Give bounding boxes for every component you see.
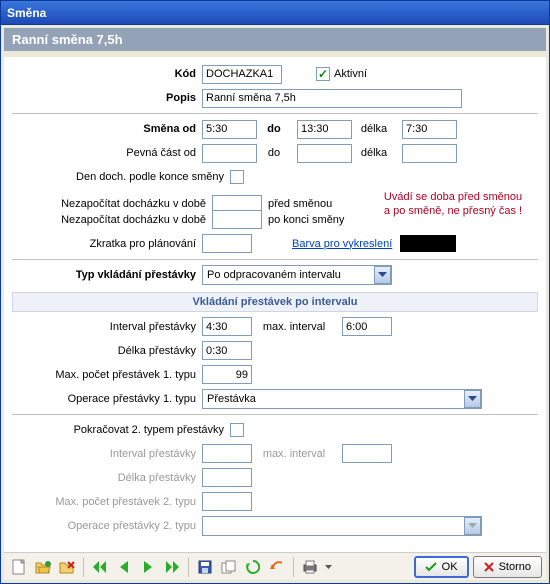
label-pred-smenou: před směnou <box>268 198 332 210</box>
check-icon <box>425 562 437 572</box>
input-max-pocet-2[interactable] <box>202 492 252 511</box>
section-interval-header: Vkládání přestávek po intervalu <box>12 292 538 312</box>
label-nezap-po: Nezapočítat docházku v době <box>12 214 212 226</box>
open-button[interactable] <box>32 556 54 578</box>
label-max-interval-2: max. interval <box>252 448 342 460</box>
toolbar: OK Storno <box>4 552 546 580</box>
label-delka-prest-2: Délka přestávky <box>12 472 202 484</box>
input-pevna-delka[interactable] <box>402 144 457 163</box>
input-popis[interactable] <box>202 89 462 108</box>
label-delka-2: délka <box>352 147 402 159</box>
input-delka-prest-2[interactable] <box>202 468 252 487</box>
delete-button[interactable] <box>56 556 78 578</box>
input-delka-prest[interactable] <box>202 341 252 360</box>
label-nezap-pred: Nezapočítat docházku v době <box>12 198 212 210</box>
ok-button[interactable]: OK <box>414 556 469 578</box>
input-max-interval-2[interactable] <box>342 444 392 463</box>
new-button[interactable] <box>8 556 30 578</box>
chevron-down-icon <box>374 266 391 284</box>
label-popis: Popis <box>12 92 202 104</box>
input-smena-delka[interactable] <box>402 120 457 139</box>
label-max-pocet-2: Max. počet přestávek 2. typu <box>12 496 202 508</box>
input-zkratka[interactable] <box>202 234 252 253</box>
label-smena-od: Směna od <box>12 123 202 135</box>
input-interval-prest-2[interactable] <box>202 444 252 463</box>
label-pevna-od: Pevná část od <box>12 147 202 159</box>
label-delka-prest: Délka přestávky <box>12 345 202 357</box>
label-den-doch: Den doch. podle konce směny <box>12 171 230 183</box>
select-operace-1[interactable]: Přestávka <box>202 389 482 409</box>
save-button[interactable] <box>194 556 216 578</box>
input-max-interval[interactable] <box>342 317 392 336</box>
link-barva[interactable]: Barva pro vykreslení <box>292 238 392 250</box>
label-operace-1: Operace přestávky 1. typu <box>12 393 202 405</box>
sub-header: Ranní směna 7,5h <box>4 28 546 51</box>
label-po-konci: po konci směny <box>268 214 344 226</box>
input-pevna-do[interactable] <box>297 144 352 163</box>
input-kod[interactable] <box>202 65 282 84</box>
label-operace-2: Operace přestávky 2. typu <box>12 520 202 532</box>
first-button[interactable] <box>89 556 111 578</box>
checkbox-den-doch[interactable] <box>230 170 244 184</box>
chevron-down-icon <box>464 517 481 535</box>
select-operace-2[interactable] <box>202 516 482 536</box>
label-typ-vkladani: Typ vkládání přestávky <box>12 269 202 281</box>
checkbox-aktivni[interactable] <box>316 67 330 81</box>
input-nezap-po[interactable] <box>212 210 262 229</box>
label-do-1: do <box>257 123 297 135</box>
color-swatch[interactable] <box>400 235 456 252</box>
prev-button[interactable] <box>113 556 135 578</box>
chevron-down-icon <box>464 390 481 408</box>
label-aktivni: Aktivní <box>334 68 367 80</box>
refresh-button[interactable] <box>242 556 264 578</box>
next-button[interactable] <box>137 556 159 578</box>
cancel-button[interactable]: Storno <box>473 556 542 578</box>
print-button[interactable] <box>299 556 321 578</box>
label-pokracovat-2: Pokračovat 2. typem přestávky <box>12 424 230 436</box>
warning-text: Uvádí se doba před směnou a po směně, ne… <box>368 190 538 219</box>
checkbox-pokracovat-2[interactable] <box>230 423 244 437</box>
label-delka-1: délka <box>352 123 402 135</box>
copy-button[interactable] <box>218 556 240 578</box>
label-max-pocet-1: Max. počet přestávek 1. typu <box>12 369 202 381</box>
undo-button[interactable] <box>266 556 288 578</box>
label-do-2: do <box>257 147 297 159</box>
last-button[interactable] <box>161 556 183 578</box>
label-max-interval: max. interval <box>252 321 342 333</box>
print-dropdown[interactable] <box>323 556 333 578</box>
label-zkratka: Zkratka pro plánování <box>12 238 202 250</box>
select-typ-vkladani[interactable]: Po odpracovaném intervalu <box>202 265 392 285</box>
input-pevna-od[interactable] <box>202 144 257 163</box>
label-kod: Kód <box>12 68 202 80</box>
window-body: Ranní směna 7,5h Kód Aktivní Popis Směna… <box>0 24 550 584</box>
input-smena-od[interactable] <box>202 120 257 139</box>
input-interval-prest[interactable] <box>202 317 252 336</box>
close-icon <box>484 562 494 572</box>
form-panel: Kód Aktivní Popis Směna od do délka Pevn… <box>4 57 546 552</box>
input-smena-do[interactable] <box>297 120 352 139</box>
titlebar: Směna <box>0 0 550 24</box>
label-interval-prest: Interval přestávky <box>12 321 202 333</box>
label-interval-prest-2: Interval přestávky <box>12 448 202 460</box>
window-title: Směna <box>7 6 46 20</box>
input-max-pocet-1[interactable] <box>202 365 252 384</box>
